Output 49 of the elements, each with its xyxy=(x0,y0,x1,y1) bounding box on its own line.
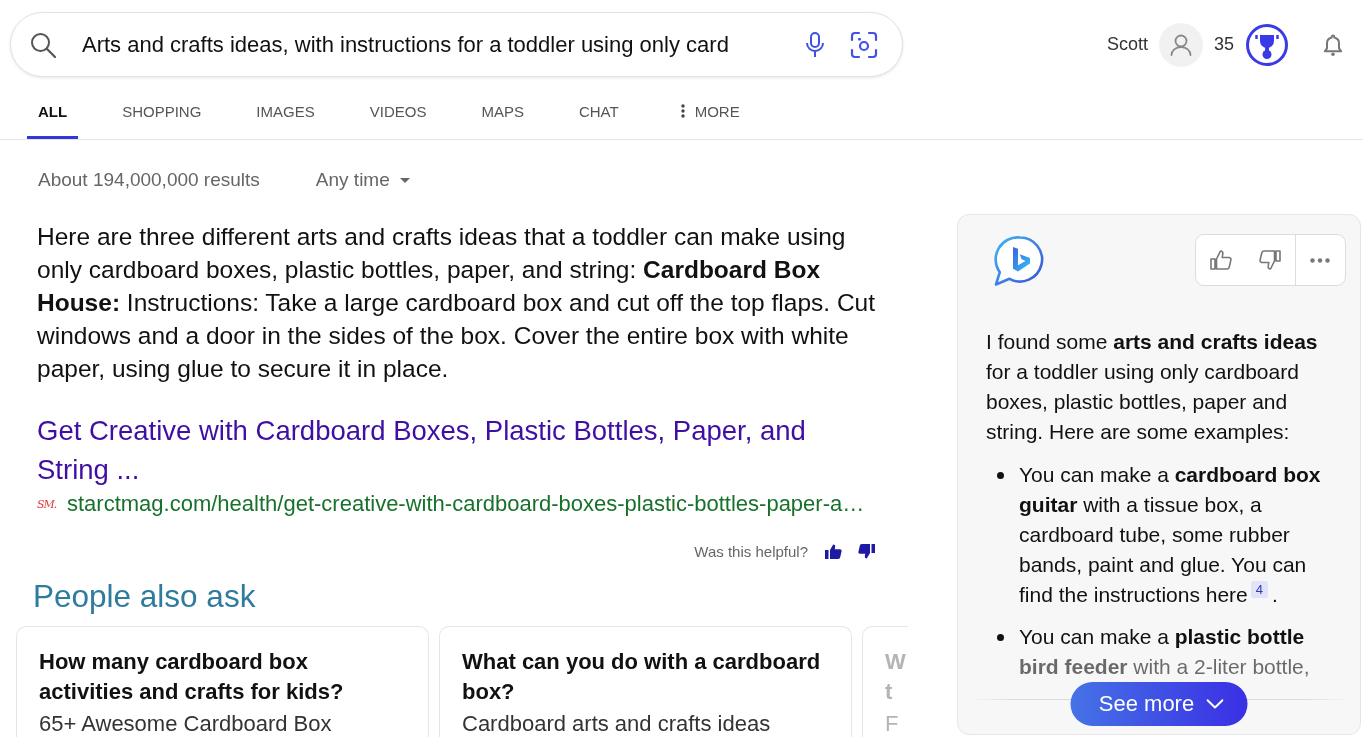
helpful-prompt: Was this helpful? xyxy=(694,542,808,560)
question-title: How many cardboard box activities and crafts for kids? xyxy=(39,648,345,706)
mic-icon[interactable] xyxy=(805,31,825,58)
time-filter[interactable]: Any time xyxy=(315,169,410,191)
rewards-points[interactable]: 35 xyxy=(1213,34,1234,55)
answer-text: Here are three different arts and crafts ideas that a toddler can make using only cardboard boxes, plastic bottles, paper, and string: Cardboard Box House: Instructions: Take a large cardboard box and cut off the top flaps. Cut windows and a door in the sides of the box. Cover the entire box with white paper, using glue to secure it in place. xyxy=(37,222,876,384)
question-card[interactable]: What can you do with a cardboard box? Cardboard arts and crafts ideas xyxy=(439,626,852,737)
speech-bubble-icon xyxy=(993,235,1045,287)
search-bar[interactable]: Arts and crafts ideas, with instructions for a toddler using only card xyxy=(10,12,903,77)
search-field[interactable]: Arts and crafts ideas, with instructions for a toddler using only card xyxy=(82,29,795,60)
bullet-text: You can make a cardboard box guitar with a tissue box, a cardboard tube, some rubber bands, paint and glue. You can find the instructions here 4 . xyxy=(1019,462,1322,608)
question-card[interactable]: How many cardboard box activities and crafts for kids? 65+ Awesome Cardboard Box xyxy=(16,626,429,737)
thumbs-down-icon[interactable] xyxy=(858,543,875,559)
nav-tab[interactable]: MORE xyxy=(662,90,751,139)
question-snippet: Cardboard arts and crafts ideas xyxy=(462,712,772,736)
chat-message: I found some arts and crafts ideas for a toddler using only cardboard boxes, plastic bottles, paper and string. Here are some examples: xyxy=(986,329,1319,445)
user-name[interactable]: Scott xyxy=(1106,34,1148,55)
question-snippet: F xyxy=(885,712,900,736)
thumbs-up-icon[interactable] xyxy=(1208,248,1233,272)
result-count: About 194,000,000 results xyxy=(38,169,260,191)
thumbs-up-icon[interactable] xyxy=(825,543,842,559)
see-more-button[interactable]: See more xyxy=(1070,682,1248,726)
bell-icon[interactable] xyxy=(1322,32,1344,57)
bullet-text: You can make a plastic bottle bird feeder with a 2-liter bottle, xyxy=(1019,624,1311,680)
viewfinder-icon[interactable] xyxy=(850,30,878,59)
result-title-link[interactable]: Get Creative with Cardboard Boxes, Plastic Bottles, Paper, and String ... xyxy=(37,411,882,489)
nav-tab[interactable]: CHAT xyxy=(567,90,630,139)
nav-tab[interactable]: VIDEOS xyxy=(358,90,438,139)
site-logo: SM. xyxy=(37,497,58,511)
result-url: starctmag.com/health/get-creative-with-cardboard-boxes-plastic-bottles-paper-a… xyxy=(67,491,865,517)
search-icon[interactable] xyxy=(30,31,56,58)
nav-tab[interactable]: ALL xyxy=(27,90,79,139)
ellipsis-icon[interactable] xyxy=(1310,257,1331,263)
question-title: W t xyxy=(885,648,907,706)
trophy-icon[interactable] xyxy=(1246,23,1288,66)
nav-tab[interactable]: IMAGES xyxy=(245,90,326,139)
section-heading: People also ask xyxy=(33,578,257,614)
chevron-down-icon xyxy=(1206,699,1224,709)
thumbs-down-icon[interactable] xyxy=(1258,248,1282,272)
nav-tab[interactable]: SHOPPING xyxy=(111,90,213,139)
caret-icon xyxy=(399,177,410,183)
question-snippet: 65+ Awesome Cardboard Box xyxy=(39,712,333,736)
vertical-dots-icon xyxy=(680,104,685,118)
nav-tab[interactable]: MAPS xyxy=(470,90,535,139)
citation-link[interactable]: 4 xyxy=(1250,581,1269,598)
bullet-icon xyxy=(997,472,1004,479)
question-title: What can you do with a cardboard box? xyxy=(462,648,822,706)
avatar-icon[interactable] xyxy=(1158,22,1203,67)
bullet-icon xyxy=(997,634,1004,641)
